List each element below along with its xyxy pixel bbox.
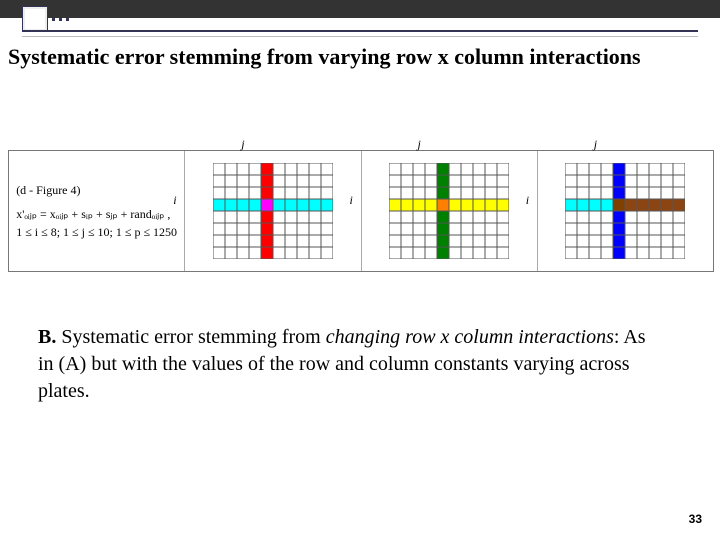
plate-grid-3 — [565, 163, 685, 259]
grid-cell-2: i j — [361, 151, 537, 271]
figure-bounds: 1 ≤ i ≤ 8; 1 ≤ j ≤ 10; 1 ≤ p ≤ 1250 — [16, 223, 177, 241]
equation-box: (d - Figure 4) x'ₒᵢⱼₚ = xₒᵢⱼₚ + sᵢₚ + sⱼ… — [10, 181, 183, 241]
theme-rule — [22, 30, 698, 37]
figure-equation-cell: (d - Figure 4) x'ₒᵢⱼₚ = xₒᵢⱼₚ + sᵢₚ + sⱼ… — [9, 151, 184, 271]
figure-row: (d - Figure 4) x'ₒᵢⱼₚ = xₒᵢⱼₚ + sᵢₚ + sⱼ… — [8, 150, 714, 272]
paragraph-pre: Systematic error stemming from — [56, 326, 325, 348]
plate-grid-2 — [389, 163, 509, 259]
theme-dots — [52, 18, 69, 21]
page-number: 33 — [689, 512, 702, 526]
axis-j-label: j — [418, 137, 421, 152]
figure-formula: x'ₒᵢⱼₚ = xₒᵢⱼₚ + sᵢₚ + sⱼₚ + randₒᵢⱼₚ , — [16, 205, 177, 223]
axis-j-label: j — [594, 137, 597, 152]
axis-i-label: i — [350, 193, 353, 208]
theme-top-bar — [0, 0, 720, 18]
paragraph-italic: changing row x column interactions — [326, 326, 614, 348]
plate-grid-1 — [213, 163, 333, 259]
figure-caption: (d - Figure 4) — [16, 181, 177, 199]
axis-i-label: i — [173, 193, 176, 208]
description-paragraph: B. Systematic error stemming from changi… — [38, 324, 658, 405]
paragraph-lead: B. — [38, 326, 56, 348]
slide: Systematic error stemming from varying r… — [0, 0, 720, 540]
slide-title: Systematic error stemming from varying r… — [8, 44, 641, 70]
axis-j-label: j — [241, 137, 244, 152]
axis-i-label: i — [526, 193, 529, 208]
grid-cell-1: i j — [184, 151, 360, 271]
grid-cell-3: i j — [537, 151, 713, 271]
theme-corner-square — [22, 6, 48, 32]
